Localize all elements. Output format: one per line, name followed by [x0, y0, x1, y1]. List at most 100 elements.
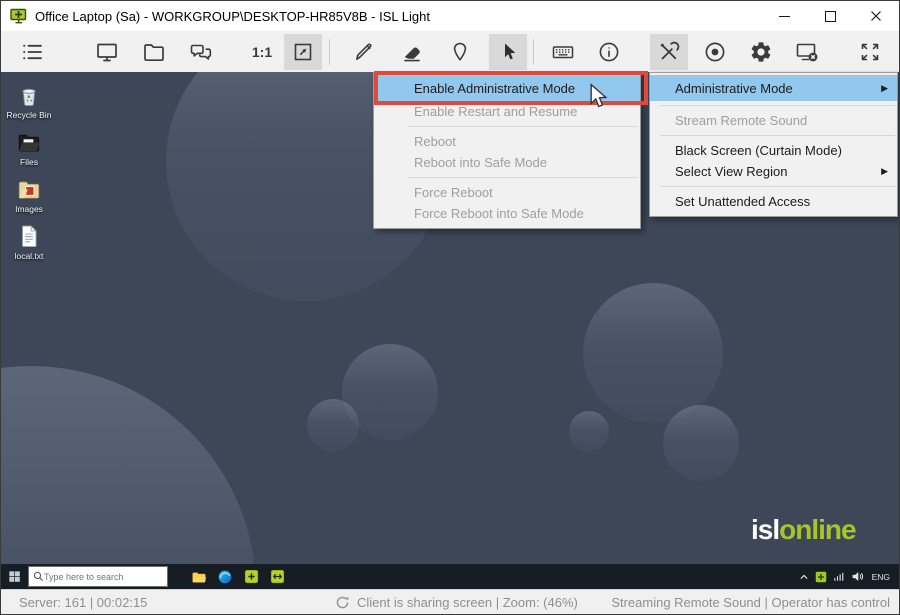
windows-logo-icon	[8, 570, 21, 583]
menu-item-administrative-mode[interactable]: Administrative Mode▶	[650, 75, 897, 101]
gear-icon	[749, 40, 773, 64]
scale-label: 1:1	[252, 44, 272, 60]
wallpaper-circle	[1, 366, 256, 589]
tray-volume-button[interactable]	[848, 564, 867, 589]
keyboard-button[interactable]	[544, 34, 582, 70]
monitor-disconnect-icon	[795, 40, 819, 64]
tools-icon	[657, 40, 681, 64]
wallpaper-circle	[663, 405, 739, 481]
menu-separator	[408, 177, 638, 178]
pencil-icon	[352, 40, 376, 64]
session-menu-button[interactable]	[13, 34, 51, 70]
desktop-icon-label: local.txt	[15, 251, 44, 261]
close-button[interactable]	[853, 1, 899, 31]
select-cursor-button[interactable]	[489, 34, 527, 70]
info-icon	[597, 40, 621, 64]
submenu-arrow-icon: ▶	[881, 166, 888, 177]
text-file-icon	[16, 223, 42, 249]
menu-separator	[408, 126, 638, 127]
tray-isl-icon-button[interactable]	[812, 564, 830, 589]
desktop-icon-local-txt[interactable]: local.txt	[3, 223, 55, 261]
tools-button[interactable]	[650, 34, 688, 70]
statusbar-center: Client is sharing screen | Zoom: (46%)	[335, 595, 578, 610]
taskbar-isl-session[interactable]	[264, 564, 290, 589]
search-input[interactable]	[44, 572, 144, 582]
settings-button[interactable]	[742, 34, 780, 70]
mouse-cursor	[587, 83, 609, 109]
menu-item-stream-remote-sound: Stream Remote Sound	[650, 110, 897, 131]
desktop-icon-files[interactable]: Files	[3, 129, 55, 167]
monitor-icon	[95, 40, 119, 64]
speaker-icon	[851, 570, 864, 583]
menu-item-set-unattended-access[interactable]: Set Unattended Access	[650, 191, 897, 212]
wallpaper-circle	[569, 411, 609, 451]
menu-item-force-reboot: Force Reboot	[374, 182, 640, 203]
taskbar-edge[interactable]	[212, 564, 238, 589]
maximize-button[interactable]	[807, 1, 853, 31]
desktop-icon-label: Recycle Bin	[7, 110, 52, 120]
menu-item-force-reboot-safe-mode: Force Reboot into Safe Mode	[374, 203, 640, 224]
erase-button[interactable]	[393, 34, 431, 70]
system-tray: ENG	[796, 564, 899, 589]
recycle-bin-icon	[16, 82, 42, 108]
submenu-arrow-icon: ▶	[881, 83, 888, 94]
start-button[interactable]	[1, 564, 28, 589]
pointer-marker-button[interactable]	[441, 34, 479, 70]
desktop-icon-images[interactable]: Images	[3, 176, 55, 214]
fit-screen-icon	[291, 40, 315, 64]
chevron-up-icon	[799, 572, 809, 582]
location-pin-icon	[448, 40, 472, 64]
close-icon	[870, 10, 882, 22]
wallpaper-circle	[583, 283, 723, 423]
monitor-button[interactable]	[88, 34, 126, 70]
edge-browser-icon	[217, 569, 233, 585]
isl-app-icon	[10, 8, 27, 24]
wallpaper-circle	[307, 399, 359, 451]
menu-item-select-view-region[interactable]: Select View Region▶	[650, 161, 897, 182]
logo-isl-text: isl	[751, 514, 779, 545]
statusbar: Server: 161 | 00:02:15 Client is sharing…	[1, 589, 899, 615]
minimize-button[interactable]	[761, 1, 807, 31]
statusbar-server-info: Server: 161 | 00:02:15	[19, 595, 147, 610]
fit-screen-button[interactable]	[284, 34, 322, 70]
keyboard-icon	[551, 40, 575, 64]
files-folder-icon	[16, 129, 42, 155]
tools-menu: Administrative Mode▶ Stream Remote Sound…	[649, 72, 898, 217]
statusbar-right-info: Streaming Remote Sound | Operator has co…	[611, 595, 890, 610]
menu-item-black-screen[interactable]: Black Screen (Curtain Mode)	[650, 140, 897, 161]
toolbar: 1:1	[1, 31, 900, 72]
isl-tray-icon	[815, 571, 827, 583]
desktop-icons: Recycle Bin Files Images local.txt	[3, 82, 55, 270]
chat-icon	[189, 40, 213, 64]
eraser-icon	[400, 40, 424, 64]
desktop-icon-recycle-bin[interactable]: Recycle Bin	[3, 82, 55, 120]
fullscreen-button[interactable]	[851, 34, 889, 70]
taskbar-file-explorer[interactable]	[186, 564, 212, 589]
draw-button[interactable]	[345, 34, 383, 70]
tray-network-button[interactable]	[830, 564, 848, 589]
info-button[interactable]	[590, 34, 628, 70]
images-folder-icon	[16, 176, 42, 202]
network-icon	[833, 571, 845, 583]
logo-online-text: online	[779, 514, 855, 545]
record-button[interactable]	[696, 34, 734, 70]
file-transfer-button[interactable]	[135, 34, 173, 70]
tray-language-button[interactable]: ENG	[867, 564, 895, 589]
minimize-icon	[779, 16, 790, 17]
isl-session-taskbar-icon	[270, 569, 285, 584]
cursor-arrow-icon	[496, 40, 520, 64]
statusbar-client-info: Client is sharing screen | Zoom: (46%)	[357, 595, 578, 610]
window-title: Office Laptop (Sa) - WORKGROUP\DESKTOP-H…	[35, 9, 430, 24]
desktop-icon-label: Images	[15, 204, 43, 214]
taskbar-isl-light[interactable]	[238, 564, 264, 589]
end-session-button[interactable]	[788, 34, 826, 70]
toolbar-separator	[329, 39, 330, 65]
search-icon	[33, 571, 44, 582]
taskbar-search[interactable]	[28, 566, 168, 587]
tray-expand-button[interactable]	[796, 564, 812, 589]
fullscreen-icon	[858, 40, 882, 64]
islonline-logo: islonline	[751, 514, 856, 546]
scale-1-1-button[interactable]: 1:1	[240, 34, 284, 70]
toolbar-separator	[533, 39, 534, 65]
chat-button[interactable]	[182, 34, 220, 70]
